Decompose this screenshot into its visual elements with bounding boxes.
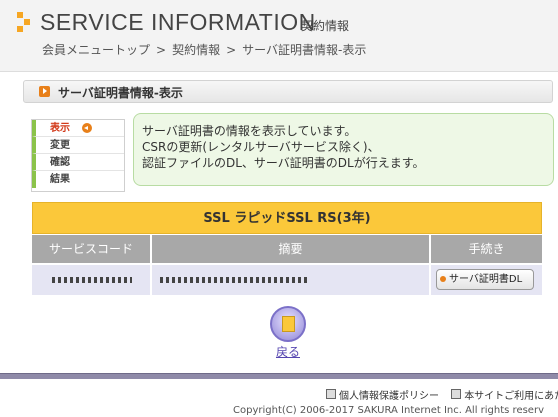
terms-of-use-link[interactable]: 本サイトご利用にあたっ	[451, 387, 558, 402]
breadcrumb-member-top[interactable]: 会員メニュートップ	[42, 43, 150, 57]
page-title: SERVICE INFORMATION	[40, 9, 316, 35]
section-header: サーバ証明書情報-表示	[23, 80, 553, 103]
summary-cell	[152, 265, 431, 295]
column-header-summary: 摘要	[152, 235, 431, 263]
step-result: 結果	[32, 171, 124, 188]
cert-download-button[interactable]: サーバ証明書DL	[436, 269, 534, 290]
info-message: サーバ証明書の情報を表示しています。 CSRの更新(レンタルサーバサービス除く)…	[133, 113, 554, 186]
footer-links: 個人情報保護ポリシー 本サイトご利用にあたっ	[326, 387, 558, 402]
table-title: SSL ラピッドSSL RS(3年)	[32, 202, 542, 234]
page-subtitle: 契約情報	[301, 19, 350, 33]
redacted-text	[160, 277, 310, 283]
procedure-cell: サーバ証明書DL	[431, 265, 542, 295]
breadcrumb-current: サーバ証明書情報-表示	[242, 43, 367, 57]
breadcrumb: 会員メニュートップ > 契約情報 > サーバ証明書情報-表示	[42, 43, 367, 57]
service-code-cell	[32, 265, 152, 295]
breadcrumb-contract-info[interactable]: 契約情報	[172, 43, 220, 57]
step-confirm: 確認	[32, 154, 124, 171]
section-title: サーバ証明書情報-表示	[58, 86, 183, 100]
play-icon	[39, 86, 50, 97]
arrow-left-icon	[82, 123, 92, 133]
back-link[interactable]: 戻る	[269, 343, 307, 360]
info-line: CSRの更新(レンタルサーバサービス除く)、	[142, 140, 380, 154]
page-header: SERVICE INFORMATION 契約情報 会員メニュートップ > 契約情報 >…	[0, 0, 558, 72]
logo-icon	[17, 12, 33, 32]
copyright: Copyright(C) 2006-2017 SAKURA Internet I…	[233, 405, 544, 416]
step-view: 表示	[32, 120, 124, 137]
column-header-service-code: サービスコード	[32, 235, 152, 263]
redacted-text	[52, 277, 132, 283]
info-line: サーバ証明書の情報を表示しています。	[142, 124, 357, 138]
table-row: サーバ証明書DL	[32, 265, 542, 295]
column-header-procedure: 手続き	[431, 235, 542, 263]
certificate-table: SSL ラピッドSSL RS(3年) サービスコード 摘要 手続き サーバ証明書…	[32, 202, 542, 295]
back-control[interactable]: 戻る	[269, 306, 307, 360]
table-header: サービスコード 摘要 手続き	[32, 235, 542, 263]
step-edit: 変更	[32, 137, 124, 154]
main-content: サーバ証明書情報-表示 表示 変更 確認 結果 サーバ証明書の情報を表示していま…	[0, 73, 558, 373]
privacy-policy-link[interactable]: 個人情報保護ポリシー	[326, 387, 439, 402]
footer-divider	[0, 373, 558, 379]
document-icon[interactable]	[270, 306, 306, 342]
step-indicator: 表示 変更 確認 結果	[31, 119, 125, 192]
info-line: 認証ファイルのDL、サーバ証明書のDLが行えます。	[142, 156, 425, 170]
